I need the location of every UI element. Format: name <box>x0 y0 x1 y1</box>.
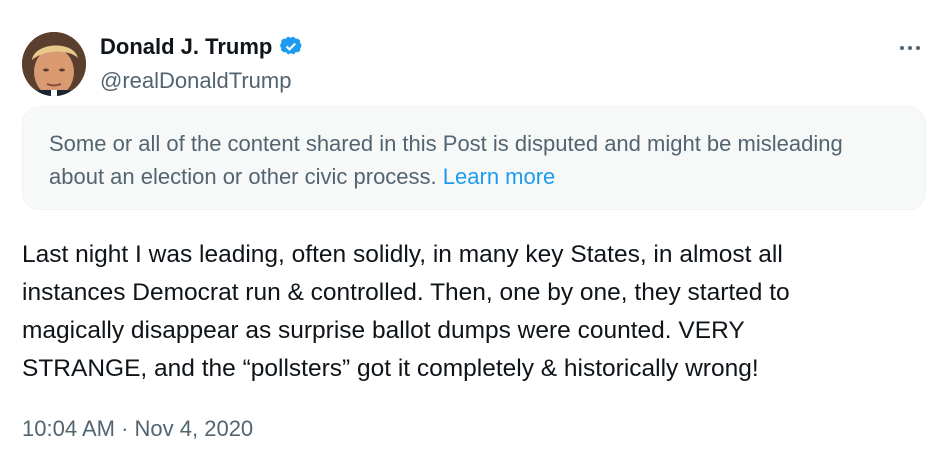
post-date: Nov 4, 2020 <box>134 416 254 441</box>
avatar[interactable] <box>22 32 86 96</box>
avatar-image <box>22 32 86 96</box>
post-text-line: magically disappear as surprise ballot d… <box>22 317 745 344</box>
more-dot <box>916 46 920 50</box>
post-text: Last night I was leading, often solidly,… <box>22 236 932 388</box>
more-dot <box>900 46 904 50</box>
author-row: Donald J. Trump <box>100 34 304 60</box>
user-handle[interactable]: @realDonaldTrump <box>100 68 291 94</box>
post-card: Donald J. Trump @realDonaldTrump Some or… <box>0 0 940 468</box>
timestamp-separator: · <box>121 416 129 441</box>
post-text-line: Last night I was leading, often solidly,… <box>22 241 783 268</box>
display-name[interactable]: Donald J. Trump <box>100 34 272 60</box>
more-dot <box>908 46 912 50</box>
learn-more-link[interactable]: Learn more <box>443 164 556 189</box>
verified-badge-icon[interactable] <box>278 34 304 60</box>
post-time: 10:04 AM <box>22 416 115 441</box>
post-timestamp[interactable]: 10:04 AM · Nov 4, 2020 <box>22 416 253 442</box>
disputed-content-notice: Some or all of the content shared in thi… <box>22 106 926 210</box>
post-text-line: instances Democrat run & controlled. The… <box>22 279 790 306</box>
more-options-icon[interactable] <box>894 36 926 60</box>
post-text-line: STRANGE, and the “pollsters” got it comp… <box>22 355 759 382</box>
